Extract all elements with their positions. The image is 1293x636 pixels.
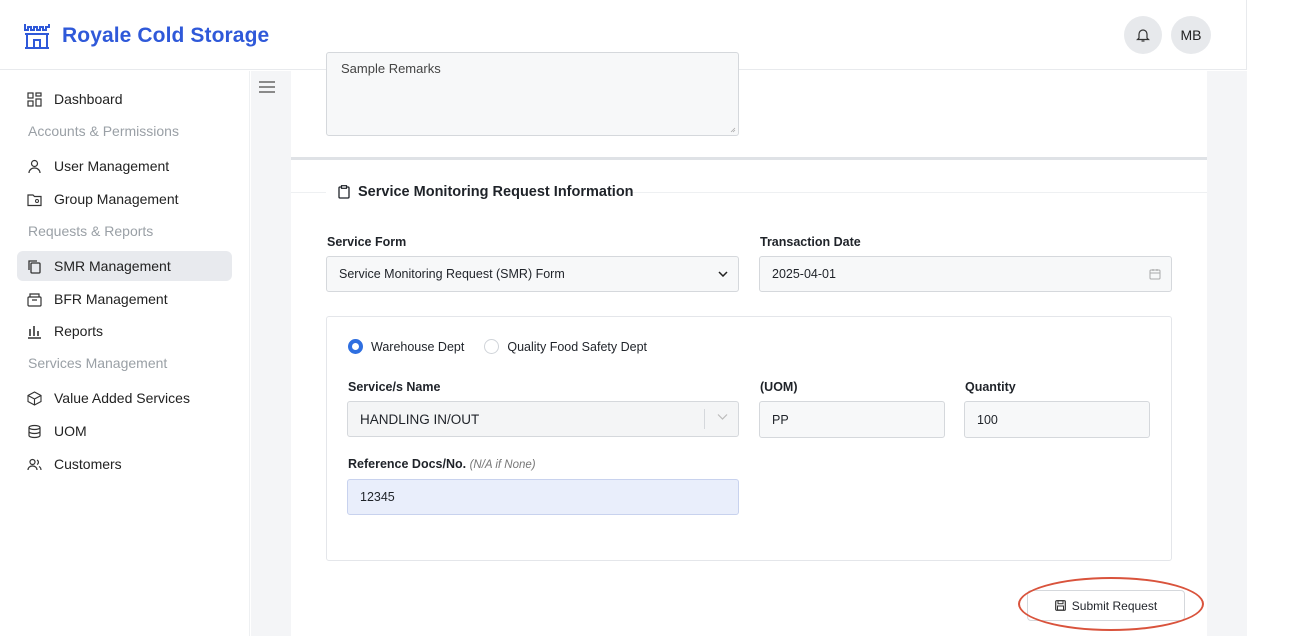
- quality-food-safety-label[interactable]: Quality Food Safety Dept: [507, 340, 647, 354]
- service-form-label: Service Form: [327, 235, 407, 249]
- dashboard-icon: [27, 91, 42, 107]
- sidebar-item-label: Customers: [54, 456, 122, 472]
- castle-logo-icon: [24, 24, 50, 49]
- submit-request-button[interactable]: Submit Request: [1027, 590, 1185, 621]
- sidebar-item-reports[interactable]: Reports: [17, 316, 232, 346]
- reference-docs-label-text: Reference Docs/No.: [348, 457, 467, 471]
- uom-input[interactable]: PP: [759, 401, 945, 438]
- service-name-value: HANDLING IN/OUT: [360, 411, 480, 427]
- bar-chart-icon: [28, 325, 41, 339]
- nav-group-requests: Requests & Reports: [28, 223, 154, 239]
- uom-value: PP: [772, 412, 789, 427]
- sidebar-item-customers[interactable]: Customers: [17, 449, 232, 479]
- quantity-input[interactable]: 100: [964, 401, 1150, 438]
- database-icon: [28, 424, 41, 438]
- archive-icon: [27, 292, 42, 307]
- brand[interactable]: Royale Cold Storage: [22, 22, 269, 50]
- remarks-value: Sample Remarks: [341, 61, 441, 76]
- box-icon: [27, 390, 42, 406]
- sidebar-item-dashboard[interactable]: Dashboard: [17, 84, 232, 114]
- sidebar-item-label: BFR Management: [54, 291, 168, 307]
- sidebar-item-uom[interactable]: UOM: [17, 416, 232, 446]
- remarks-textarea[interactable]: Sample Remarks: [326, 52, 739, 136]
- sidebar-item-label: SMR Management: [54, 258, 171, 274]
- warehouse-dept-label[interactable]: Warehouse Dept: [371, 340, 464, 354]
- service-name-label: Service/s Name: [348, 380, 441, 394]
- service-form-value: Service Monitoring Request (SMR) Form: [339, 267, 565, 281]
- user-icon: [28, 159, 41, 173]
- reference-docs-value: 12345: [360, 490, 395, 504]
- resize-handle-icon[interactable]: [730, 127, 736, 133]
- sidebar-item-group-management[interactable]: Group Management: [17, 184, 232, 214]
- nav-group-accounts: Accounts & Permissions: [28, 123, 179, 139]
- section-title-text: Service Monitoring Request Information: [358, 184, 634, 200]
- user-avatar[interactable]: MB: [1171, 16, 1211, 54]
- section-title: Service Monitoring Request Information: [338, 184, 634, 200]
- sidebar-item-label: Value Added Services: [54, 390, 190, 406]
- quantity-value: 100: [977, 412, 998, 427]
- service-form-select[interactable]: Service Monitoring Request (SMR) Form: [326, 256, 739, 292]
- chevron-down-icon[interactable]: [717, 413, 728, 421]
- app-title: Royale Cold Storage: [62, 24, 270, 47]
- submit-request-label: Submit Request: [1071, 598, 1158, 613]
- calendar-icon[interactable]: [1149, 268, 1161, 280]
- sidebar-item-smr-management[interactable]: SMR Management: [17, 251, 232, 281]
- sidebar-item-label: Reports: [54, 323, 104, 339]
- notifications-button[interactable]: [1124, 16, 1162, 54]
- sidebar-item-value-added-services[interactable]: Value Added Services: [17, 383, 232, 413]
- uom-label: (UOM): [760, 380, 798, 394]
- reference-docs-hint: (N/A if None): [469, 459, 536, 471]
- service-name-select[interactable]: HANDLING IN/OUT: [347, 401, 739, 437]
- users-icon: [27, 458, 42, 470]
- sidebar-item-label: User Management: [54, 158, 170, 174]
- department-radio-group: Warehouse Dept Quality Food Safety Dept: [348, 339, 647, 354]
- chevron-down-icon: [718, 271, 728, 277]
- sidebar-item-label: Dashboard: [54, 91, 123, 107]
- warehouse-dept-radio[interactable]: [348, 339, 363, 354]
- transaction-date-label: Transaction Date: [760, 235, 861, 249]
- sidebar-item-label: UOM: [54, 423, 87, 439]
- reference-docs-input[interactable]: 12345: [347, 479, 739, 515]
- right-gutter: [1247, 0, 1293, 636]
- sidebar-item-bfr-management[interactable]: BFR Management: [17, 284, 232, 314]
- nav-group-services: Services Management: [28, 355, 168, 371]
- bell-icon: [1136, 28, 1150, 42]
- clipboard-icon: [338, 185, 350, 199]
- quality-food-safety-radio[interactable]: [484, 339, 500, 354]
- hamburger-menu-icon[interactable]: [258, 80, 276, 94]
- copy-icon: [28, 259, 41, 274]
- sidebar-item-label: Group Management: [54, 191, 179, 207]
- folder-group-icon: [27, 193, 42, 206]
- quantity-label: Quantity: [965, 380, 1016, 394]
- save-icon: [1054, 600, 1066, 611]
- reference-docs-label: Reference Docs/No. (N/A if None): [348, 457, 536, 471]
- transaction-date-value: 2025-04-01: [772, 267, 836, 281]
- sidebar-item-user-management[interactable]: User Management: [17, 151, 232, 181]
- transaction-date-input[interactable]: 2025-04-01: [759, 256, 1172, 292]
